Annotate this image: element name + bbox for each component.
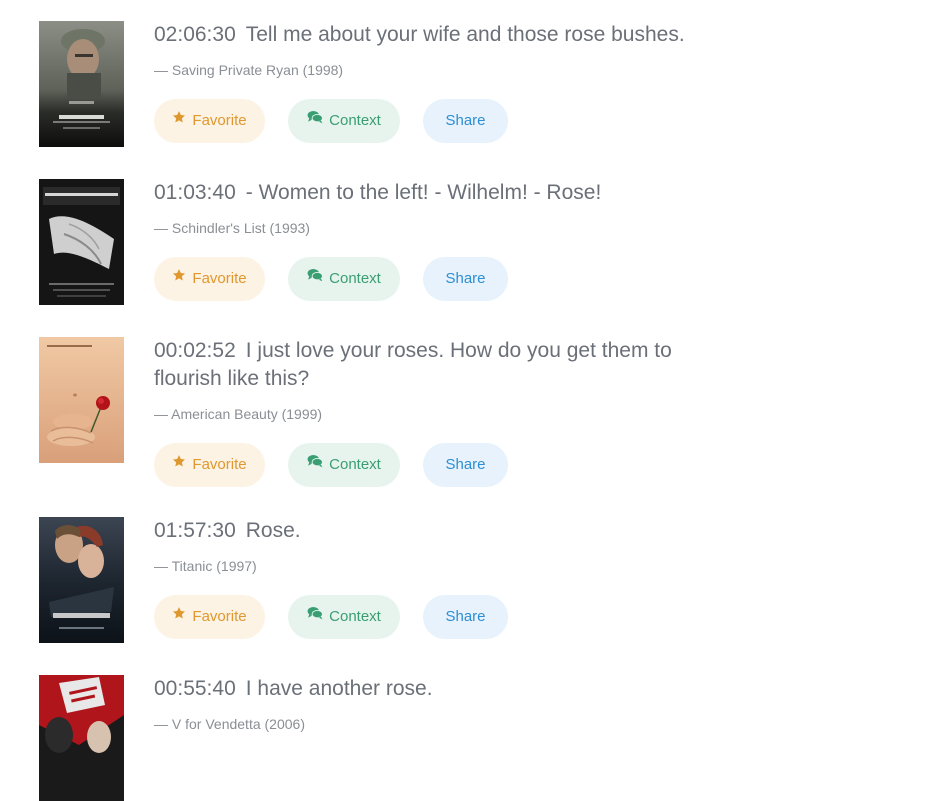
quote-timestamp: 00:55:40 <box>154 677 236 700</box>
quote-line: Rose. <box>245 519 301 542</box>
quote-content: 01:03:40 - Women to the left! - Wilhelm! … <box>154 179 734 301</box>
share-label: Share <box>445 456 486 473</box>
quote-text[interactable]: 00:02:52 I just love your roses. How do y… <box>154 337 734 393</box>
favorite-label: Favorite <box>192 608 247 625</box>
quote-line: - Women to the left! - Wilhelm! - Rose! <box>245 181 602 204</box>
comments-icon <box>307 256 323 300</box>
share-button[interactable]: Share <box>423 443 508 487</box>
comments-icon <box>307 98 323 142</box>
movie-source: — Titanic (1997) <box>154 558 257 574</box>
movie-source: — Schindler's List (1993) <box>154 220 310 236</box>
comments-icon <box>307 442 323 486</box>
movie-source: — American Beauty (1999) <box>154 406 323 422</box>
context-button[interactable]: Context <box>288 99 400 143</box>
context-label: Context <box>329 608 381 625</box>
quote-text[interactable]: 00:55:40 I have another rose. <box>154 675 734 703</box>
quote-content: 02:06:30 Tell me about your wife and thos… <box>154 21 734 143</box>
star-icon <box>172 594 186 638</box>
saving-private-ryan-poster-image <box>39 21 124 147</box>
context-button[interactable]: Context <box>288 595 400 639</box>
context-button[interactable]: Context <box>288 257 400 301</box>
favorite-label: Favorite <box>192 270 247 287</box>
quote-text[interactable]: 01:57:30 Rose. <box>154 517 734 545</box>
context-label: Context <box>329 112 381 129</box>
comments-icon <box>307 594 323 638</box>
star-icon <box>172 98 186 142</box>
share-button[interactable]: Share <box>423 99 508 143</box>
quote-line: I have another rose. <box>245 677 433 700</box>
movie-poster[interactable] <box>39 21 124 147</box>
share-label: Share <box>445 270 486 287</box>
quote-content: 00:55:40 I have another rose. — V for Ven… <box>154 675 734 733</box>
favorite-label: Favorite <box>192 112 247 129</box>
favorite-button[interactable]: Favorite <box>154 99 265 143</box>
favorite-button[interactable]: Favorite <box>154 257 265 301</box>
quote-text[interactable]: 01:03:40 - Women to the left! - Wilhelm! … <box>154 179 734 207</box>
context-label: Context <box>329 270 381 287</box>
movie-poster[interactable] <box>39 337 124 463</box>
favorite-button[interactable]: Favorite <box>154 595 265 639</box>
quote-text[interactable]: 02:06:30 Tell me about your wife and thos… <box>154 21 734 49</box>
schindlers-list-poster-image <box>39 179 124 305</box>
quote-timestamp: 02:06:30 <box>154 23 236 46</box>
movie-source: — Saving Private Ryan (1998) <box>154 62 344 78</box>
star-icon <box>172 442 186 486</box>
share-label: Share <box>445 608 486 625</box>
quote-content: 00:02:52 I just love your roses. How do y… <box>154 337 734 487</box>
american-beauty-poster-image <box>39 337 124 463</box>
context-label: Context <box>329 456 381 473</box>
quote-line: Tell me about your wife and those rose b… <box>245 23 685 46</box>
v-for-vendetta-poster-image <box>39 675 124 801</box>
share-label: Share <box>445 112 486 129</box>
movie-source: — V for Vendetta (2006) <box>154 716 305 732</box>
share-button[interactable]: Share <box>423 595 508 639</box>
star-icon <box>172 256 186 300</box>
movie-poster[interactable] <box>39 179 124 305</box>
quote-timestamp: 01:57:30 <box>154 519 236 542</box>
context-button[interactable]: Context <box>288 443 400 487</box>
titanic-poster-image <box>39 517 124 643</box>
share-button[interactable]: Share <box>423 257 508 301</box>
quote-timestamp: 01:03:40 <box>154 181 236 204</box>
favorite-label: Favorite <box>192 456 247 473</box>
movie-poster[interactable] <box>39 675 124 801</box>
quote-timestamp: 00:02:52 <box>154 339 236 362</box>
quote-content: 01:57:30 Rose. — Titanic (1997) Favorite … <box>154 517 734 639</box>
movie-poster[interactable] <box>39 517 124 643</box>
favorite-button[interactable]: Favorite <box>154 443 265 487</box>
